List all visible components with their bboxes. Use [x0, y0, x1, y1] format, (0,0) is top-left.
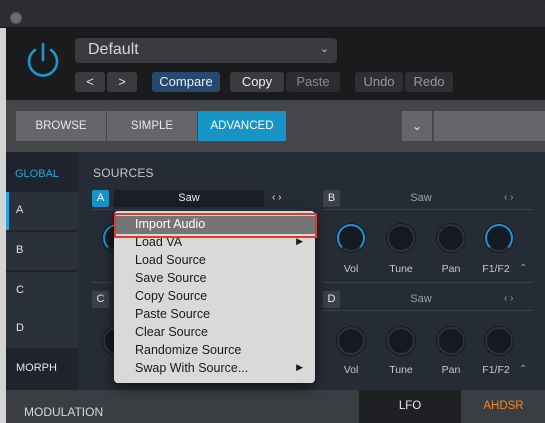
menu-item-swap-with-source[interactable]: Swap With Source... ▶ [114, 360, 315, 378]
source-d-pan-label: Pan [441, 364, 461, 376]
source-b-f1f2-knob[interactable] [484, 223, 514, 253]
menu-item-clear-source[interactable]: Clear Source [114, 324, 315, 342]
source-b-tune-knob[interactable] [386, 223, 416, 253]
modulation-bar: MODULATION LFO AHDSR [6, 390, 545, 423]
sources-title: SOURCES [93, 166, 154, 180]
source-d-pan-knob[interactable] [436, 326, 466, 356]
source-d-tune-knob[interactable] [386, 326, 416, 356]
source-b-pan-label: Pan [441, 263, 461, 275]
sidebar-item-a[interactable]: A [6, 192, 78, 230]
source-d-vol-label: Vol [343, 364, 359, 376]
copy-button[interactable]: Copy [230, 72, 284, 92]
source-a-arrows[interactable]: ‹ › [272, 192, 281, 203]
redo-button[interactable]: Redo [405, 72, 453, 92]
advanced-tab[interactable]: ADVANCED [198, 111, 286, 141]
preset-selector[interactable]: Default ⌄ [75, 38, 337, 63]
sidebar-item-global[interactable]: GLOBAL [6, 160, 78, 188]
source-b-pan-knob[interactable] [436, 223, 466, 253]
source-b-f1f2-arrows[interactable]: ⌃ [519, 263, 527, 274]
source-b-vol-knob[interactable] [336, 223, 366, 253]
source-a-divider [92, 209, 302, 210]
compare-button[interactable]: Compare [152, 72, 220, 92]
menu-item-randomize-source[interactable]: Randomize Source [114, 342, 315, 360]
plugin-window: Default ⌄ < > Compare Copy Paste Undo Re… [0, 0, 545, 423]
source-b-tune-label: Tune [389, 263, 413, 275]
source-row-divider-right [323, 282, 533, 283]
highlight-annotation-box [114, 213, 317, 238]
source-b-arrows[interactable]: ‹ › [504, 192, 513, 203]
source-d-f1f2-label: F1/F2 [482, 364, 510, 376]
power-icon[interactable] [24, 40, 62, 80]
close-window-button[interactable] [10, 12, 22, 24]
undo-button[interactable]: Undo [355, 72, 403, 92]
menu-item-save-source[interactable]: Save Source [114, 270, 315, 288]
menu-item-paste-source[interactable]: Paste Source [114, 306, 315, 324]
source-d-f1f2-arrows[interactable]: ⌃ [519, 364, 527, 375]
source-d-vol-knob[interactable] [336, 326, 366, 356]
browse-tab[interactable]: BROWSE [16, 111, 106, 141]
source-d-divider [323, 310, 533, 311]
menu-item-copy-source[interactable]: Copy Source [114, 288, 315, 306]
mode-bar: BROWSE SIMPLE ADVANCED ⌄ [6, 100, 545, 152]
next-preset-button[interactable]: > [107, 72, 137, 92]
sidebar-item-c[interactable]: C [6, 272, 78, 310]
sidebar-item-d[interactable]: D [6, 310, 78, 348]
source-d-badge[interactable]: D [323, 291, 340, 308]
sidebar-item-morph[interactable]: MORPH [6, 350, 78, 388]
simple-tab[interactable]: SIMPLE [107, 111, 197, 141]
plugin-header: Default ⌄ < > Compare Copy Paste Undo Re… [6, 28, 545, 100]
mode-bar-strip [434, 111, 545, 141]
previous-preset-button[interactable]: < [75, 72, 105, 92]
source-b-name[interactable]: Saw [346, 190, 496, 207]
chevron-down-icon[interactable]: ⌄ [402, 111, 432, 141]
title-bar [0, 0, 545, 28]
source-d-name[interactable]: Saw [346, 291, 496, 308]
source-b-divider [323, 209, 533, 210]
paste-button[interactable]: Paste [286, 72, 340, 92]
tab-lfo[interactable]: LFO [359, 390, 461, 423]
source-c-badge[interactable]: C [92, 291, 109, 308]
source-a-name[interactable]: Saw [114, 190, 264, 207]
source-b-badge[interactable]: B [323, 190, 340, 207]
sidebar: GLOBAL A B C D MORPH [6, 152, 78, 390]
chevron-down-icon: ⌄ [319, 43, 329, 55]
sidebar-item-b[interactable]: B [6, 232, 78, 270]
source-b-f1f2-label: F1/F2 [482, 263, 510, 275]
menu-item-load-source[interactable]: Load Source [114, 252, 315, 270]
source-d-tune-label: Tune [389, 364, 413, 376]
source-a-badge[interactable]: A [92, 190, 109, 207]
triangle-right-icon: ▶ [296, 362, 303, 372]
preset-name: Default [88, 41, 139, 58]
modulation-title: MODULATION [24, 405, 104, 419]
source-d-arrows[interactable]: ‹ › [504, 293, 513, 304]
tab-ahdsr[interactable]: AHDSR [462, 390, 545, 423]
source-d-f1f2-knob[interactable] [484, 326, 514, 356]
source-b-vol-label: Vol [343, 263, 359, 275]
